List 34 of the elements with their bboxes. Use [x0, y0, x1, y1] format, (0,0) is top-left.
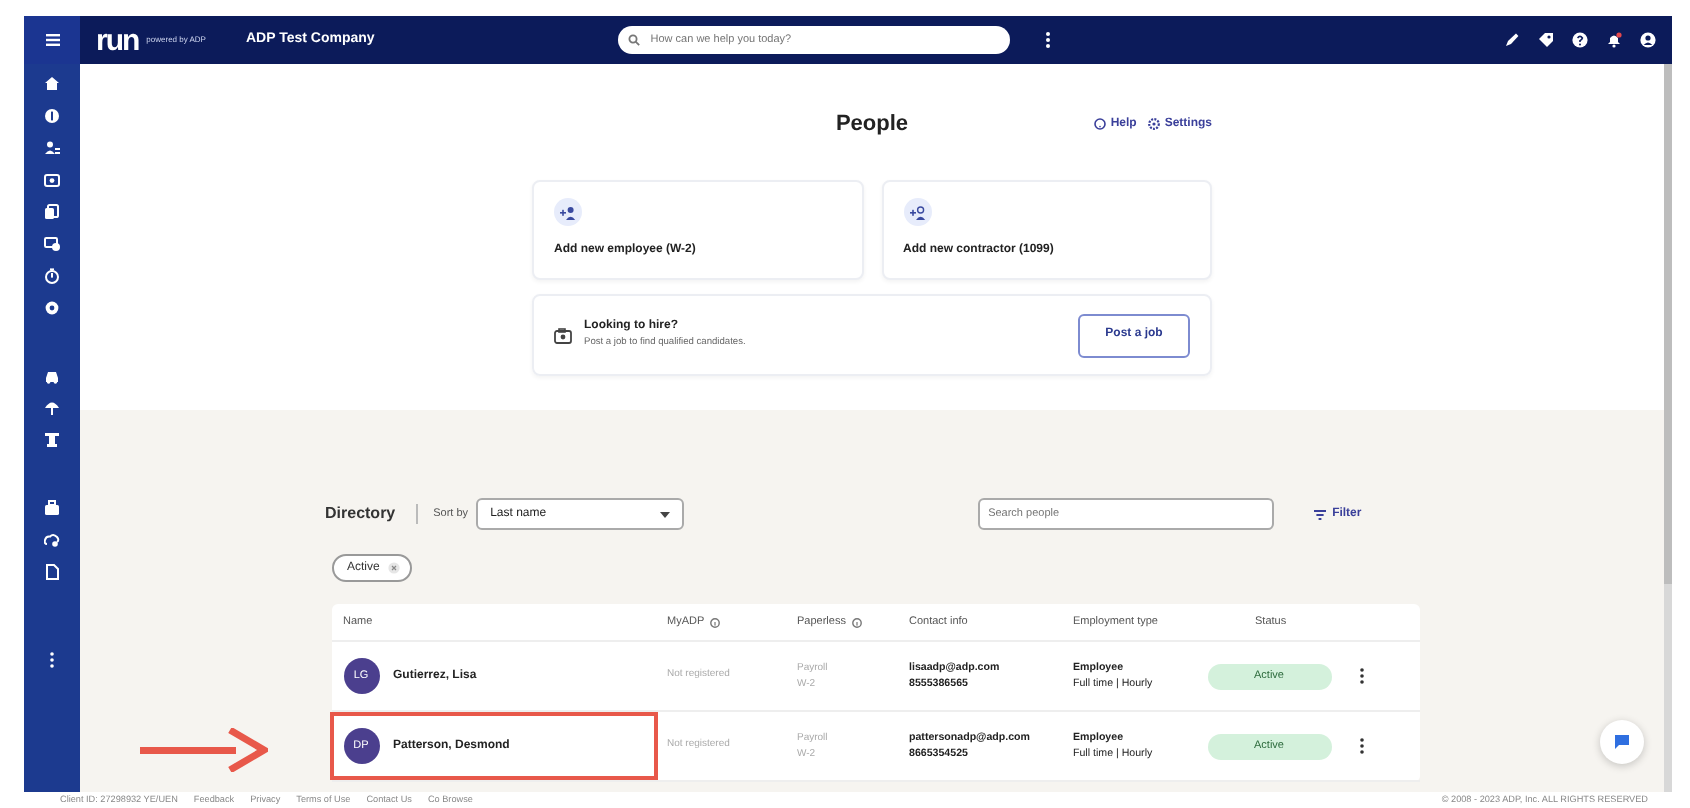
- caret-icon: [660, 511, 671, 517]
- page-title: People: [835, 110, 909, 140]
- help-icon[interactable]: [1572, 32, 1588, 48]
- bell-icon[interactable]: [1606, 32, 1622, 48]
- timer-icon[interactable]: [44, 268, 60, 284]
- car-icon[interactable]: [44, 368, 60, 384]
- logo[interactable]: run: [96, 25, 139, 55]
- home-icon[interactable]: [44, 76, 60, 92]
- document-icon[interactable]: [44, 204, 60, 220]
- info-icon: [710, 617, 721, 627]
- search-icon: [628, 34, 641, 46]
- pillar-icon[interactable]: [44, 432, 60, 448]
- chat-icon: [1614, 734, 1630, 750]
- scrollbar-thumb[interactable]: [1664, 64, 1672, 584]
- kebab-icon[interactable]: [1046, 32, 1051, 48]
- add-contractor-icon: [909, 205, 925, 219]
- tag-icon[interactable]: [1538, 32, 1554, 48]
- dots-icon[interactable]: [44, 652, 60, 668]
- user-icon[interactable]: [1640, 32, 1656, 48]
- help-icon: [1094, 118, 1107, 131]
- pencil-icon[interactable]: [1504, 32, 1520, 48]
- close-icon[interactable]: [387, 562, 400, 574]
- coin-icon[interactable]: [44, 108, 60, 124]
- briefcase-icon[interactable]: [44, 500, 60, 516]
- add-person-icon: [560, 205, 576, 219]
- directory-title: Directory: [325, 502, 396, 526]
- filter-icon: [1314, 509, 1327, 519]
- people-icon[interactable]: [44, 140, 60, 156]
- card-icon[interactable]: [44, 236, 60, 252]
- menu-icon[interactable]: [45, 34, 59, 46]
- file-icon[interactable]: [44, 564, 60, 580]
- info-icon: [851, 617, 862, 627]
- annotation-arrow: [139, 728, 267, 772]
- umbrella-icon[interactable]: [44, 400, 60, 416]
